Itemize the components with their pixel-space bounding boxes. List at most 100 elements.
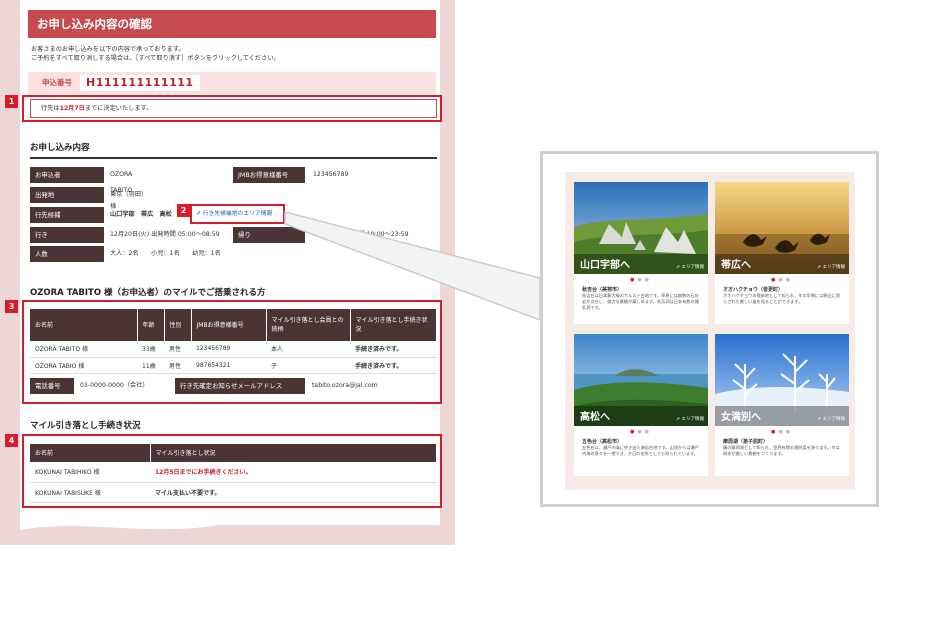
notice-prefix: 行先は bbox=[41, 105, 60, 112]
return-value-time: (水) 到着時間 19:00〜23:59 bbox=[327, 231, 409, 238]
card-area-tag: ⇗ エリア情報 bbox=[817, 417, 846, 422]
card-area-tag-label: エリア情報 bbox=[681, 417, 705, 422]
return-value: 12月(水) 到着時間 19:00〜23:59 bbox=[313, 227, 409, 243]
cell-gender: 男性 bbox=[164, 357, 191, 374]
cell-age: 11歳 bbox=[137, 357, 164, 374]
notice-date: 12月7日 bbox=[59, 105, 85, 112]
intro-text: お客さまのお申し込みを以下の内容で承っております。 ご予約をすべて取り消しする場… bbox=[31, 45, 435, 63]
miles-table: お名前 年齢 性別 JMBお得意様番号 マイル引き落とし会員との続柄 マイル引き… bbox=[30, 309, 437, 374]
notice-suffix: までに決定いたします。 bbox=[84, 105, 153, 112]
table-row: KOKUNAI TABIHIKO 様 12月5日までにお手続きください。 bbox=[30, 462, 437, 483]
card-area-tag: ⇗ エリア情報 bbox=[817, 265, 846, 270]
col-name: お名前 bbox=[30, 444, 151, 462]
card-description: 霧の摩周湖として知られ、世界有数の透明度を誇ります。冬は樹氷が美しい景観をつくり… bbox=[723, 445, 840, 456]
cell-jmb: 123456789 bbox=[191, 341, 266, 358]
card-subtitle: 秋吉台（美祢市） bbox=[582, 287, 623, 293]
page-card-torn-edge bbox=[20, 500, 440, 530]
table-row: OZORA TABIO 様 11歳 男性 987654321 子 手続き済みです… bbox=[30, 357, 437, 374]
carousel-dots[interactable]: ●●● bbox=[715, 277, 849, 283]
email-label: 行き先確定お知らせメールアドレス bbox=[175, 378, 305, 394]
card-title: 高松へ bbox=[580, 412, 610, 423]
outbound-label: 行き bbox=[30, 227, 104, 243]
col-deduction-status: マイル引き落とし状況 bbox=[150, 444, 437, 462]
details-heading: お申し込み内容 bbox=[30, 143, 90, 153]
applicant-label: お申込者 bbox=[30, 167, 104, 183]
cell-age: 33歳 bbox=[137, 341, 164, 358]
cell-relation: 本人 bbox=[266, 341, 350, 358]
callout-number-2: 2 bbox=[177, 204, 190, 217]
cell-name: OZORA TABIO 様 bbox=[30, 357, 137, 374]
carousel-dots[interactable]: ●●● bbox=[574, 429, 708, 435]
return-value-month: 12月 bbox=[313, 231, 328, 238]
col-status: マイル引き落とし手続き状況 bbox=[350, 309, 437, 341]
return-label: 帰り bbox=[233, 227, 305, 243]
callout-number-3: 3 bbox=[5, 300, 18, 313]
card-subtitle: 五色台（高松市） bbox=[582, 439, 623, 445]
callout-box-2 bbox=[190, 204, 285, 224]
candidates-value: 山口宇部 帯広 高松 女 bbox=[110, 211, 185, 218]
card-title: 山口宇部へ bbox=[580, 260, 630, 271]
card-area-tag: ⇗ エリア情報 bbox=[676, 417, 705, 422]
people-label: 人数 bbox=[30, 246, 104, 262]
card-area-tag-label: エリア情報 bbox=[822, 265, 846, 270]
destination-card[interactable]: 高松へ ⇗ エリア情報 ●●● 五色台（高松市） 五色台は、瀬戸内海に突き出た溶… bbox=[574, 334, 708, 476]
people-value: 大人：2名 小児：1名 幼児：1名 bbox=[110, 250, 221, 257]
col-name: お名前 bbox=[30, 309, 138, 341]
destination-card[interactable]: 帯広へ ⇗ エリア情報 ●●● オオハクチョウ（音更町） オオハクチョウの飛来地… bbox=[715, 182, 849, 324]
card-title: 女満別へ bbox=[721, 412, 761, 423]
area-info-preview: 山口宇部へ ⇗ エリア情報 ●●● 秋吉台（美祢市） 秋吉台は日本最大級のカルス… bbox=[540, 151, 879, 507]
destination-notice: 行先は12月7日までに決定いたします。 bbox=[30, 99, 437, 118]
cell-name: KOKUNAI TABISUKE 様 bbox=[30, 482, 150, 503]
details-heading-rule bbox=[30, 157, 437, 159]
col-relation: マイル引き落とし会員との続柄 bbox=[266, 309, 351, 341]
application-number-label: 申込番号 bbox=[42, 78, 72, 87]
cell-status: 手続き済みです。 bbox=[350, 341, 437, 358]
table-header-row: お名前 マイル引き落とし状況 bbox=[30, 444, 437, 462]
col-age: 年齢 bbox=[137, 309, 165, 341]
cell-deduction-status: マイル支払い不要です。 bbox=[150, 482, 437, 503]
departure-value: 東京（羽田） bbox=[110, 191, 148, 198]
card-area-tag-label: エリア情報 bbox=[822, 417, 846, 422]
cell-gender: 男性 bbox=[164, 341, 191, 358]
jmb-value: 123456789 bbox=[313, 171, 349, 178]
outbound-value: 12月20日(火) 出発時間 05:00〜08:59 bbox=[110, 231, 220, 238]
screen: お申し込み内容の確認 お客さまのお申し込みを以下の内容で承っております。 ご予約… bbox=[0, 0, 950, 640]
card-title: 帯広へ bbox=[721, 260, 751, 271]
applicant-value: OZORA TABITO 様 bbox=[110, 171, 133, 210]
card-area-tag-label: エリア情報 bbox=[681, 265, 705, 270]
cell-relation: 子 bbox=[266, 357, 350, 374]
cell-name: KOKUNAI TABIHIKO 様 bbox=[30, 462, 150, 483]
email-value: tabito.ozora@jal.com bbox=[312, 382, 378, 389]
table-row: KOKUNAI TABISUKE 様 マイル支払い不要です。 bbox=[30, 482, 437, 503]
card-area-tag: ⇗ エリア情報 bbox=[676, 265, 705, 270]
callout-number-4: 4 bbox=[5, 434, 18, 447]
card-subtitle: オオハクチョウ（音更町） bbox=[723, 287, 784, 293]
jmb-label: JMBお得意様番号 bbox=[233, 167, 305, 183]
phone-value: 03-0000-0000（会社） bbox=[80, 382, 149, 389]
intro-line: ご予約をすべて取り消しする場合は、［すべて取り消す］ボタンをクリックしてください… bbox=[31, 55, 280, 62]
cell-deduction-status: 12月5日までにお手続きください。 bbox=[150, 462, 437, 483]
candidates-label: 行先候補 bbox=[30, 207, 104, 223]
cell-status: 手続き済みです。 bbox=[350, 357, 437, 374]
cell-jmb: 987654321 bbox=[191, 357, 266, 374]
application-number-bar: 申込番号 H111111111111 bbox=[28, 72, 436, 94]
destination-card[interactable]: 女満別へ ⇗ エリア情報 ●●● 摩周湖（弟子屈町） 霧の摩周湖として知られ、世… bbox=[715, 334, 849, 476]
carousel-dots[interactable]: ●●● bbox=[574, 277, 708, 283]
card-description: 五色台は、瀬戸内海に突き出た溶岩台地です。山頂からは瀬戸内海の島々を一望でき、夕… bbox=[582, 445, 699, 456]
cell-name: OZORA TABITO 様 bbox=[30, 341, 137, 358]
col-gender: 性別 bbox=[164, 309, 192, 341]
area-info-panel: 山口宇部へ ⇗ エリア情報 ●●● 秋吉台（美祢市） 秋吉台は日本最大級のカルス… bbox=[565, 172, 855, 490]
table-header-row: お名前 年齢 性別 JMBお得意様番号 マイル引き落とし会員との続柄 マイル引き… bbox=[30, 309, 437, 341]
page-title: お申し込み内容の確認 bbox=[28, 10, 436, 38]
col-jmb: JMBお得意様番号 bbox=[191, 309, 267, 341]
destination-card[interactable]: 山口宇部へ ⇗ エリア情報 ●●● 秋吉台（美祢市） 秋吉台は日本最大級のカルス… bbox=[574, 182, 708, 324]
departure-label: 出発地 bbox=[30, 187, 104, 203]
card-description: オオハクチョウの飛来地として知られ、冬の早朝には朝日に照らされた美しい姿を見るこ… bbox=[723, 293, 841, 304]
card-subtitle: 摩周湖（弟子屈町） bbox=[723, 439, 769, 445]
carousel-dots[interactable]: ●●● bbox=[715, 429, 849, 435]
card-description: 秋吉台は日本最大級のカルスト台地です。草原には無数の石灰岩が点在し、雄大な景観が… bbox=[582, 293, 699, 310]
phone-label: 電話番号 bbox=[30, 378, 74, 394]
callout-number-1: 1 bbox=[5, 95, 18, 108]
table-row: OZORA TABITO 様 33歳 男性 123456789 本人 手続き済み… bbox=[30, 341, 437, 358]
intro-line: お客さまのお申し込みを以下の内容で承っております。 bbox=[31, 46, 185, 53]
